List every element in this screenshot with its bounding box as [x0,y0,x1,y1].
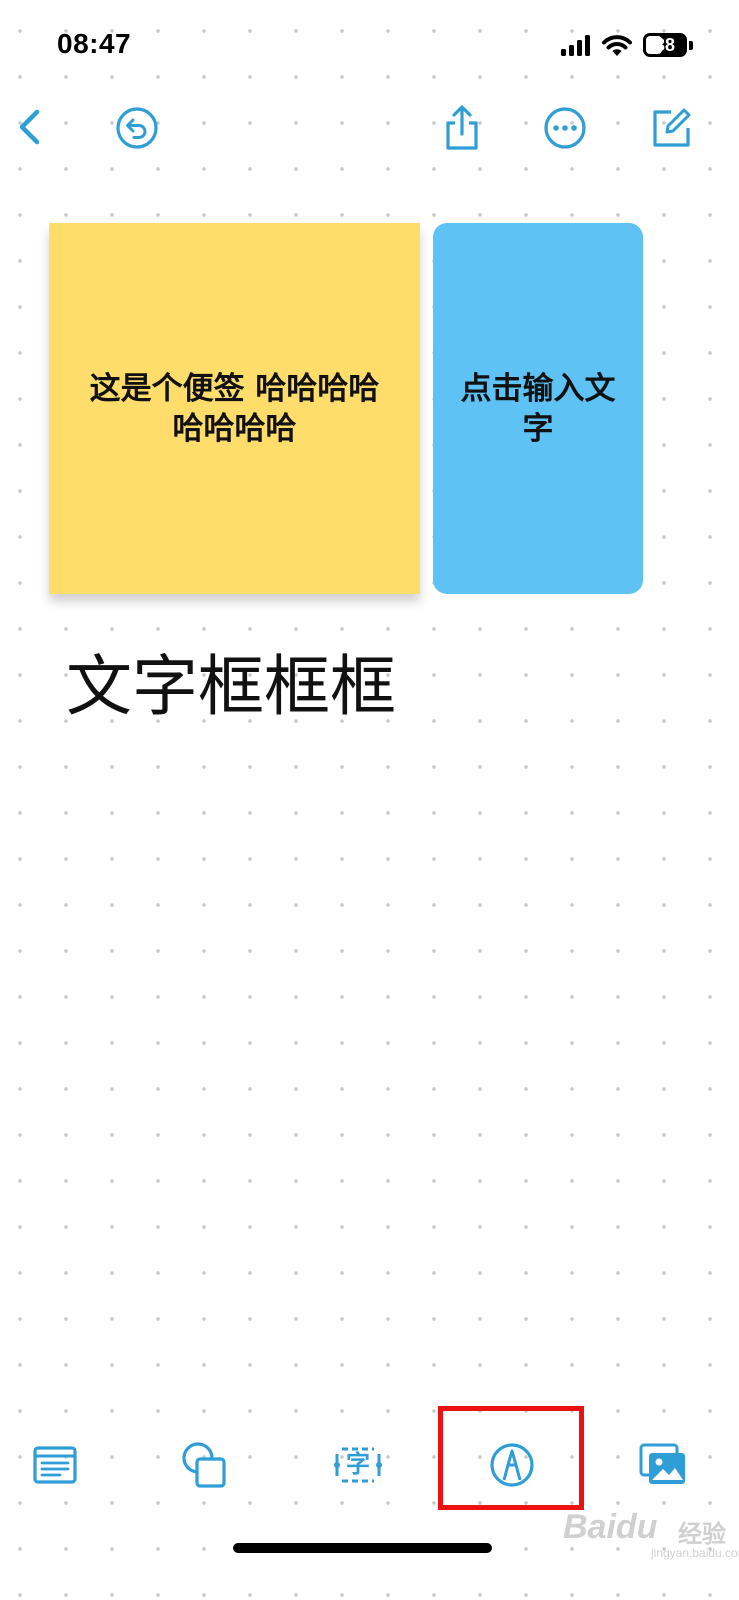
chevron-left-icon [6,109,54,156]
text-box-tool-button[interactable]: 字 [333,1440,383,1490]
share-icon [438,105,486,156]
text-box-glyph: 字 [346,1450,370,1478]
home-indicator [233,1543,492,1553]
media-icon [638,1443,688,1494]
status-bar: 08:47 38 [0,0,739,90]
sticky-note-tool-button[interactable] [30,1440,80,1490]
watermark-cn: 经验 [678,1521,726,1548]
sticky-note-text: 这是个便签 哈哈哈哈 哈哈哈哈 [89,370,380,447]
undo-button[interactable] [113,104,161,152]
shapes-tool-button[interactable] [179,1440,229,1490]
compose-button[interactable] [647,104,695,152]
battery-cap [689,41,693,50]
sticky-note-yellow[interactable]: 这是个便签 哈哈哈哈 哈哈哈哈 [49,223,420,594]
back-button[interactable] [6,104,54,152]
more-button[interactable] [541,104,589,152]
highlight-annotation-box [438,1406,584,1510]
watermark-main: Baidu [563,1508,658,1546]
sticky-note-blue[interactable]: 点击输入文字 [433,223,643,594]
more-icon [541,107,589,156]
sticky-note-placeholder: 点击输入文字 [460,370,616,447]
sticky-note-icon [30,1446,80,1494]
cellular-signal-icon [561,34,593,56]
shapes-icon [179,1442,229,1494]
text-box-icon: 字 [333,1440,383,1490]
wifi-icon [601,32,633,58]
share-button[interactable] [438,104,486,152]
undo-icon [113,107,161,156]
watermark-sub: jingyan.baidu.com [651,1546,739,1560]
media-tool-button[interactable] [638,1440,688,1490]
battery-icon: 38 [643,33,687,57]
watermark: Baidu 经验 jingyan.baidu.com [553,1502,739,1572]
compose-icon [647,108,695,156]
battery-level: 38 [654,35,676,55]
text-box[interactable]: 文字框框框 [66,648,396,726]
status-time: 08:47 [57,28,132,59]
